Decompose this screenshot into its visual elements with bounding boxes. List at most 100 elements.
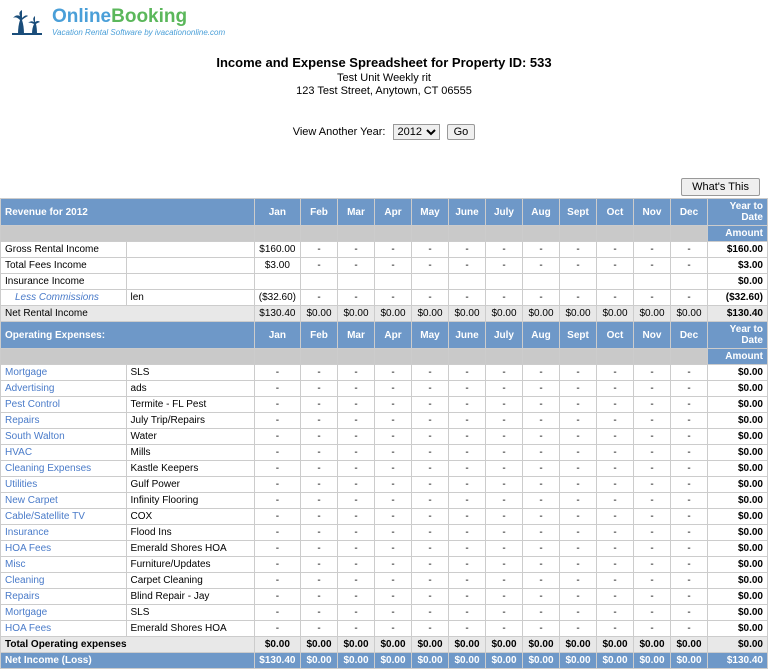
- cell: -: [338, 509, 375, 525]
- cell: -: [254, 589, 300, 605]
- summary-cell: $0.00: [560, 653, 597, 669]
- row-label[interactable]: New Carpet: [1, 493, 127, 509]
- cell: -: [412, 381, 449, 397]
- row-desc: SLS: [126, 365, 254, 381]
- palm-tree-icon: [10, 8, 50, 36]
- logo-tagline: Vacation Rental Software by ivacationonl…: [52, 28, 225, 37]
- summary-cell: $0.00: [375, 653, 412, 669]
- summary-cell: $0.00: [486, 306, 523, 322]
- cell: [597, 274, 634, 290]
- summary-cell: $0.00: [412, 637, 449, 653]
- cell: -: [254, 509, 300, 525]
- cell: -: [523, 541, 560, 557]
- year-selector-label: View Another Year:: [293, 126, 386, 138]
- cell: -: [412, 493, 449, 509]
- summary-cell: $0.00: [375, 306, 412, 322]
- year-selector: View Another Year: 2012 Go: [0, 106, 768, 152]
- cell: -: [412, 477, 449, 493]
- cell: -: [301, 493, 338, 509]
- cell: -: [560, 429, 597, 445]
- row-label[interactable]: Cleaning Expenses: [1, 461, 127, 477]
- month-header: Aug: [523, 322, 560, 349]
- cell: -: [486, 258, 523, 274]
- summary-label: Net Income (Loss): [1, 653, 255, 669]
- cell: -: [671, 525, 708, 541]
- cell: -: [597, 445, 634, 461]
- row-label[interactable]: Mortgage: [1, 365, 127, 381]
- ytd-cell: $0.00: [708, 573, 768, 589]
- ytd-cell: $0.00: [708, 605, 768, 621]
- row-label[interactable]: Cleaning: [1, 573, 127, 589]
- cell: -: [634, 541, 671, 557]
- row-label[interactable]: Repairs: [1, 413, 127, 429]
- row-label[interactable]: HOA Fees: [1, 621, 127, 637]
- logo: OnlineBooking Vacation Rental Software b…: [0, 0, 768, 41]
- row-label[interactable]: HVAC: [1, 445, 127, 461]
- cell: [449, 274, 486, 290]
- row-label[interactable]: Utilities: [1, 477, 127, 493]
- cell: -: [597, 413, 634, 429]
- ytd-cell: $0.00: [708, 397, 768, 413]
- cell: -: [486, 413, 523, 429]
- summary-cell: $0.00: [301, 306, 338, 322]
- whats-this-button[interactable]: What's This: [681, 178, 760, 196]
- row-label[interactable]: HOA Fees: [1, 541, 127, 557]
- page-subtitle-2: 123 Test Street, Anytown, CT 06555: [0, 85, 768, 97]
- cell: -: [560, 589, 597, 605]
- row-label[interactable]: Advertising: [1, 381, 127, 397]
- logo-title: OnlineBooking: [52, 6, 225, 28]
- row-label[interactable]: Pest Control: [1, 397, 127, 413]
- cell: -: [486, 477, 523, 493]
- row-label[interactable]: Misc: [1, 557, 127, 573]
- cell: -: [254, 541, 300, 557]
- cell: -: [671, 365, 708, 381]
- row-label[interactable]: Mortgage: [1, 605, 127, 621]
- ytd-cell: $0.00: [708, 509, 768, 525]
- cell: -: [523, 397, 560, 413]
- summary-cell: $0.00: [486, 653, 523, 669]
- cell: -: [597, 509, 634, 525]
- cell: -: [449, 413, 486, 429]
- cell: -: [671, 509, 708, 525]
- row-label: Less Commissions: [1, 290, 127, 306]
- cell: -: [486, 493, 523, 509]
- row-desc: Emerald Shores HOA: [126, 621, 254, 637]
- cell: -: [486, 290, 523, 306]
- summary-cell: $0.00: [634, 637, 671, 653]
- cell: -: [671, 429, 708, 445]
- cell: -: [412, 541, 449, 557]
- cell: -: [671, 397, 708, 413]
- cell: [254, 274, 300, 290]
- row-label[interactable]: Cable/Satellite TV: [1, 509, 127, 525]
- summary-cell: $0.00: [560, 306, 597, 322]
- cell: -: [560, 477, 597, 493]
- cell: -: [560, 509, 597, 525]
- cell: -: [449, 509, 486, 525]
- cell: -: [375, 290, 412, 306]
- month-header: July: [486, 322, 523, 349]
- summary-cell: $0.00: [449, 653, 486, 669]
- ytd-cell: $0.00: [708, 525, 768, 541]
- cell: -: [486, 557, 523, 573]
- cell: -: [375, 493, 412, 509]
- cell: -: [375, 445, 412, 461]
- summary-cell: $0.00: [449, 637, 486, 653]
- year-select[interactable]: 2012: [393, 124, 440, 140]
- row-label[interactable]: South Walton: [1, 429, 127, 445]
- cell: -: [597, 557, 634, 573]
- month-header: Aug: [523, 199, 560, 226]
- cell: -: [560, 605, 597, 621]
- row-desc: ads: [126, 381, 254, 397]
- row-label[interactable]: Repairs: [1, 589, 127, 605]
- page-subtitle-1: Test Unit Weekly rit: [0, 72, 768, 84]
- cell: -: [634, 493, 671, 509]
- cell: -: [560, 525, 597, 541]
- cell: -: [560, 397, 597, 413]
- cell: -: [254, 429, 300, 445]
- cell: -: [338, 365, 375, 381]
- summary-cell: $130.40: [254, 306, 300, 322]
- go-button[interactable]: Go: [447, 124, 476, 140]
- section-header: Operating Expenses:: [1, 322, 255, 349]
- summary-cell: $0.00: [375, 637, 412, 653]
- row-label[interactable]: Insurance: [1, 525, 127, 541]
